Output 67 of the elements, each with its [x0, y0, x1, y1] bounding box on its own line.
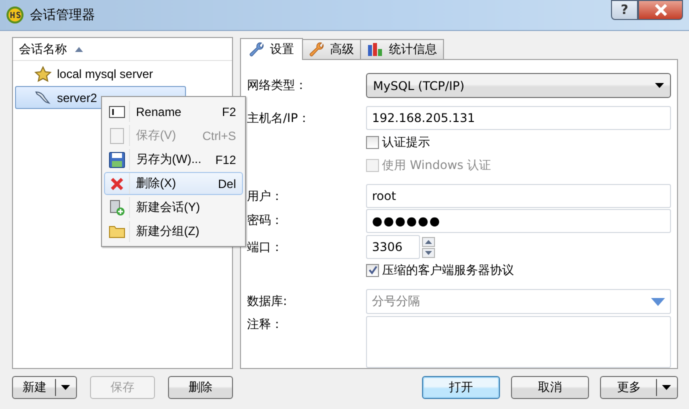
- wrench-icon: [309, 42, 325, 58]
- menu-item[interactable]: 新建分组(Z): [104, 220, 243, 243]
- checkbox[interactable]: [366, 264, 379, 277]
- column-header-label: 会话名称: [19, 40, 67, 58]
- field-label: 数据库:: [247, 292, 288, 310]
- menu-item-label: 删除(X): [136, 175, 176, 192]
- close-button[interactable]: [638, 0, 683, 20]
- dialog-button[interactable]: 取消: [511, 376, 589, 399]
- window-title: 会话管理器: [30, 7, 95, 24]
- app-logo-icon: [6, 6, 24, 24]
- column-header[interactable]: 会话名称: [13, 38, 232, 61]
- wrench-icon: [249, 42, 265, 58]
- session-name: server2: [57, 90, 98, 104]
- panel-button[interactable]: 删除: [168, 376, 233, 399]
- field-label: 注释：: [247, 316, 284, 333]
- tab[interactable]: 设置: [240, 38, 303, 60]
- dropdown-arrow-icon: [61, 385, 70, 390]
- field-label: 密码：: [247, 212, 284, 230]
- text-field-icon: [109, 106, 125, 118]
- folder-icon: [109, 225, 125, 238]
- password-input[interactable]: ●●●●●●: [366, 208, 671, 233]
- dialog-button[interactable]: 打开: [422, 376, 500, 399]
- menu-item-label: 保存(V): [136, 127, 176, 144]
- menu-shortcut: F2: [220, 104, 237, 118]
- menu-item[interactable]: 新建会话(Y): [104, 196, 243, 219]
- sort-ascending-icon: [75, 46, 83, 52]
- help-button[interactable]: ?: [611, 0, 638, 20]
- database-combo-field[interactable]: 分号分隔: [366, 288, 671, 314]
- menu-item-label: 新建分组(Z): [136, 223, 200, 240]
- field-label: 端口：: [247, 238, 284, 256]
- host-input[interactable]: 192.168.205.131: [366, 106, 671, 130]
- session-item[interactable]: local mysql server: [15, 62, 186, 85]
- spin-down-button[interactable]: [422, 248, 435, 258]
- checkbox[interactable]: [366, 136, 379, 149]
- blank-page-icon: [110, 128, 124, 144]
- field-label: 用户：: [247, 188, 284, 205]
- star-icon: [34, 66, 52, 82]
- menu-shortcut: Ctrl+S: [201, 128, 237, 142]
- tab[interactable]: 高级: [302, 39, 361, 59]
- menu-item-label: 另存为(W)...: [136, 151, 202, 168]
- dropdown-arrow-icon[interactable]: [651, 298, 665, 306]
- tab[interactable]: 统计信息: [360, 39, 444, 59]
- checkbox-label: 压缩的客户端服务器协议: [382, 262, 514, 279]
- panel-button[interactable]: 新建: [12, 376, 77, 399]
- dropdown-arrow-icon: [662, 385, 671, 390]
- user-input[interactable]: root: [366, 184, 671, 208]
- close-icon: [654, 4, 668, 16]
- up-arrow-icon: [425, 240, 432, 244]
- field-label: 主机名/IP：: [247, 110, 311, 127]
- menu-shortcut: F12: [214, 152, 237, 166]
- dropdown-arrow-icon: [655, 83, 664, 88]
- menu-shortcut: Del: [216, 176, 237, 190]
- delete-icon: [110, 176, 124, 190]
- checkbox-label: 使用 Windows 认证: [382, 156, 492, 174]
- menu-item[interactable]: 另存为(W)... F12: [104, 148, 243, 171]
- menu-item-label: 新建会话(Y): [136, 199, 200, 216]
- network-type-dropdown[interactable]: MySQL (TCP/IP): [366, 73, 671, 98]
- down-arrow-icon: [425, 250, 432, 255]
- port-input[interactable]: 3306: [366, 235, 420, 260]
- document-plus-icon: [109, 200, 125, 216]
- spin-up-button[interactable]: [422, 236, 435, 247]
- field-label: 网络类型：: [247, 77, 308, 94]
- checkbox-label: 认证提示: [382, 134, 430, 151]
- menu-item[interactable]: 删除(X) Del: [104, 172, 243, 195]
- session-name: local mysql server: [57, 66, 154, 80]
- bar-chart-icon: [367, 42, 384, 57]
- dialog-button[interactable]: 更多: [600, 376, 678, 399]
